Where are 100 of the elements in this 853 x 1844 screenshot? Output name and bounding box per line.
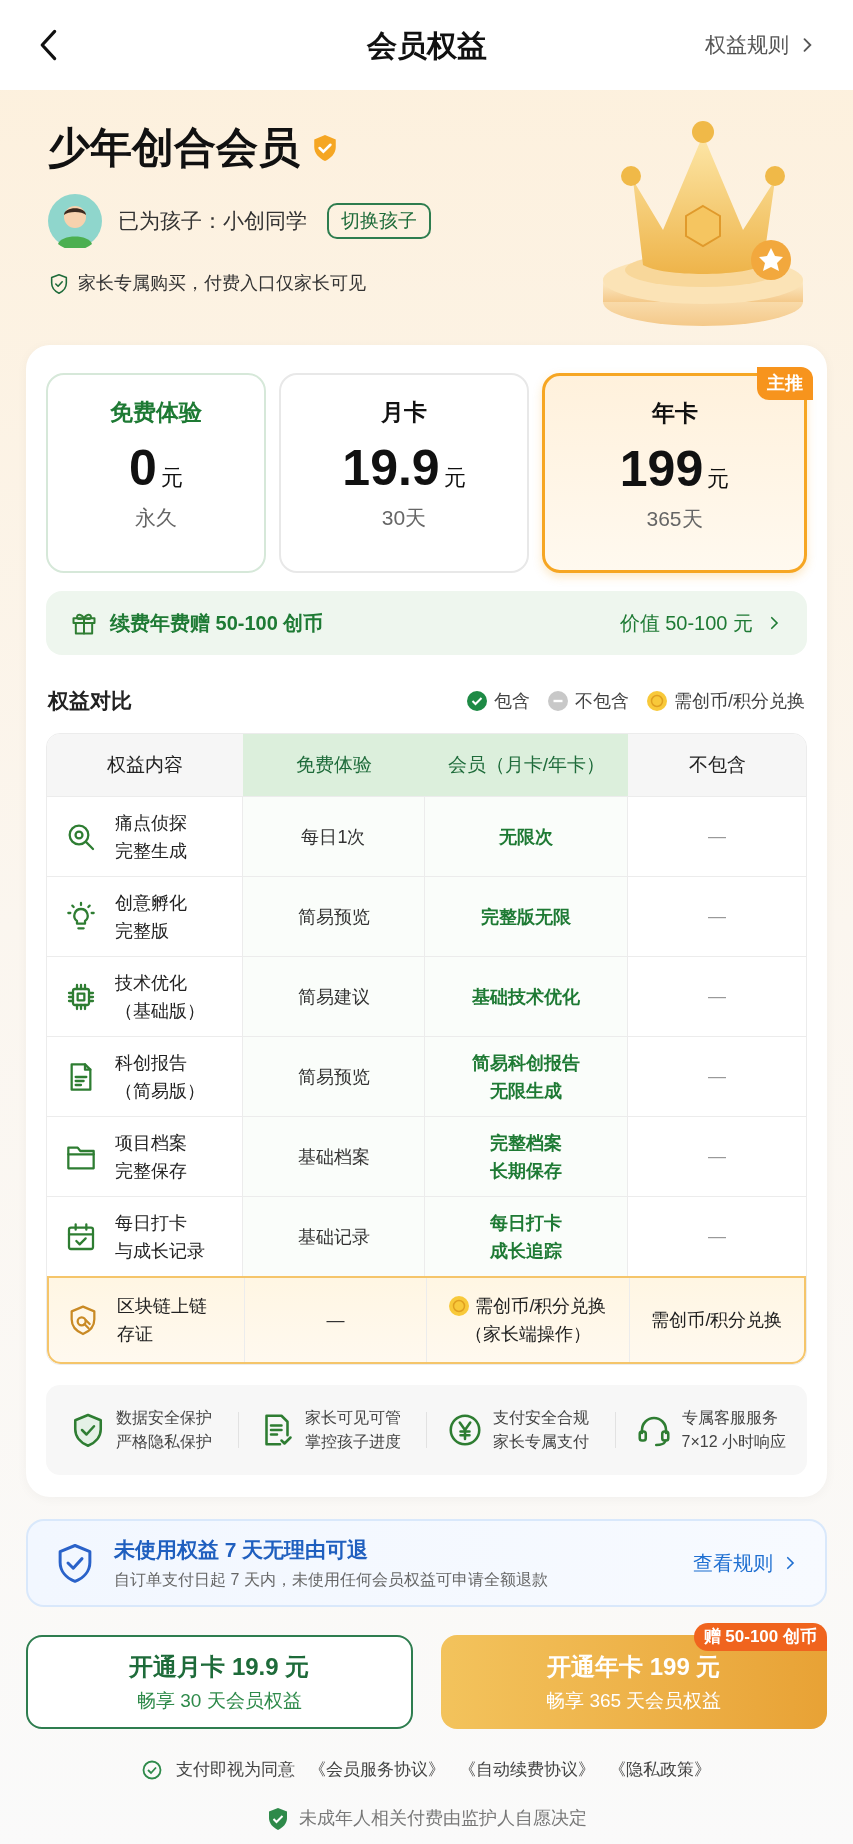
table-cell-text: 长期保存 <box>490 1159 562 1183</box>
coin-icon <box>647 691 667 711</box>
refund-title: 未使用权益 7 天无理由可退 <box>114 1537 370 1564</box>
member-title: 少年创合会员 <box>48 123 300 173</box>
plan-price: 199 <box>619 439 704 499</box>
feature-name: 项目档案 <box>115 1131 187 1155</box>
table-cell-text: 需创币/积分兑换 <box>650 1308 784 1332</box>
shield-check-icon <box>48 272 70 295</box>
plan-name: 免费体验 <box>110 398 202 427</box>
agreement-text: 支付即视为同意 <box>176 1759 295 1782</box>
bonus-badge: 赠 50-100 创币 <box>693 1623 827 1651</box>
feature-name: 技术优化 <box>115 971 188 995</box>
view-rules-link[interactable]: 查看规则 <box>693 1548 799 1578</box>
assurance-text: 专属客服服务 <box>681 1408 779 1428</box>
agree-checkbox[interactable] <box>142 1760 162 1780</box>
table-cell-text: 需创币/积分兑换 <box>475 1295 607 1318</box>
plan-name: 年卡 <box>651 399 698 428</box>
assurance-text: 掌控孩子进度 <box>304 1432 401 1452</box>
section-title: 权益对比 <box>48 688 132 715</box>
table-cell: 基础档案 <box>243 1117 425 1196</box>
feature-name: 科创报告 <box>115 1051 188 1075</box>
table-cell: 基础记录 <box>243 1197 425 1276</box>
agreement-link[interactable]: 《自动续费协议》 <box>459 1757 595 1783</box>
table-cell: 每日1次 <box>243 797 425 876</box>
subscribe-button[interactable]: 开通月卡 19.9 元 畅享 30 天会员权益 <box>26 1635 413 1729</box>
column-header: 免费体验 <box>243 734 425 796</box>
table-cell: — <box>245 1278 427 1362</box>
price-unit: 元 <box>443 463 466 492</box>
guardian-note: 未成年人相关付费由监护人自愿决定 <box>298 1807 587 1830</box>
coin-icon <box>449 1296 470 1316</box>
assurance-text: 支付安全合规 <box>493 1408 589 1428</box>
feature-name: 每日打卡 <box>115 1211 188 1235</box>
rules-link[interactable]: 权益规则 <box>705 29 817 61</box>
calendar-check-icon <box>65 1220 97 1253</box>
plan-duration: 30天 <box>381 504 427 531</box>
assurance-text: 数据安全保护 <box>116 1408 212 1428</box>
plan-card[interactable]: 月卡 19.9 元 30天 <box>279 373 529 573</box>
feature-name: 完整生成 <box>115 839 187 863</box>
assurance-text: 7×12 小时响应 <box>681 1432 786 1452</box>
table-cell-text: 基础技术优化 <box>472 985 580 1009</box>
refund-subtitle: 自订单支付日起 7 天内，未使用任何会员权益可申请全额退款 <box>114 1569 548 1590</box>
verified-badge-icon <box>312 134 338 162</box>
price-unit: 元 <box>707 464 730 493</box>
agreement-link[interactable]: 《隐私政策》 <box>609 1757 711 1783</box>
column-header: 会员（月卡/年卡） <box>425 734 628 796</box>
switch-child-button[interactable]: 切换孩子 <box>327 203 431 239</box>
feature-name: 完整保存 <box>115 1159 187 1183</box>
legend-label: 包含 <box>494 689 530 713</box>
gift-bar[interactable]: 续费年费赠 50-100 创币 价值 50-100 元 <box>46 591 807 655</box>
plan-name: 月卡 <box>381 398 427 427</box>
page-title: 会员权益 <box>366 27 487 64</box>
price-unit: 元 <box>160 463 183 492</box>
gift-text: 续费年费赠 50-100 创币 <box>110 611 324 636</box>
agreement-link[interactable]: 《会员服务协议》 <box>309 1757 445 1783</box>
plan-price: 19.9 <box>342 438 440 498</box>
feature-name: 创意孵化 <box>115 891 187 915</box>
table-cell-text: 每日打卡 <box>490 1211 562 1235</box>
refund-banner[interactable]: 未使用权益 7 天无理由可退 自订单支付日起 7 天内，未使用任何会员权益可申请全额退款 查看规则 <box>26 1519 827 1607</box>
table-cell-text: — <box>707 825 727 848</box>
plan-price: 0 <box>129 438 157 498</box>
table-cell-text: — <box>707 1065 727 1088</box>
assurance-text: 家长专属支付 <box>493 1432 589 1452</box>
table-cell: 简易预览 <box>243 1037 425 1116</box>
assurance-text: 家长可见可管 <box>304 1408 401 1428</box>
shield-check-icon <box>266 1806 289 1831</box>
assurance-text: 严格隐私保护 <box>116 1432 212 1452</box>
child-label: 已为孩子：小创同学 <box>118 208 307 235</box>
column-header: 不包含 <box>687 752 747 777</box>
table-cell: 简易建议 <box>243 957 425 1036</box>
table-cell-text: 简易科创报告 <box>472 1051 580 1075</box>
column-header: 权益内容 <box>106 752 184 777</box>
legend-label: 不包含 <box>575 689 629 713</box>
feature-name: 区块链上链 <box>117 1295 207 1318</box>
plan-card[interactable]: 免费体验 0 元 永久 <box>46 373 266 573</box>
feature-name: 存证 <box>117 1323 154 1346</box>
table-cell-text: 无限次 <box>499 825 553 849</box>
feature-name: （简易版） <box>115 1079 205 1103</box>
plan-duration: 365天 <box>646 505 703 532</box>
feature-name: 完整版 <box>115 919 170 943</box>
table-cell-text: 完整档案 <box>490 1131 562 1155</box>
table-cell-text: 完整版无限 <box>481 905 571 929</box>
feature-name: 痛点侦探 <box>115 811 187 835</box>
table-cell: 简易预览 <box>243 877 425 956</box>
avatar <box>48 194 102 248</box>
gift-value: 价值 50-100 元 <box>619 611 753 636</box>
included-icon <box>467 691 487 711</box>
table-cell-text: — <box>707 905 727 928</box>
recommend-badge: 主推 <box>757 367 813 400</box>
feature-name: （基础版） <box>115 999 205 1023</box>
table-cell-text: 无限生成 <box>490 1079 562 1103</box>
legend-label: 需创币/积分兑换 <box>674 689 805 713</box>
plan-duration: 永久 <box>135 504 177 531</box>
table-cell-text: — <box>707 985 727 1008</box>
table-cell-text: （家长端操作） <box>465 1323 591 1346</box>
feature-name: 与成长记录 <box>115 1239 205 1263</box>
table-cell-text: — <box>707 1225 727 1248</box>
excluded-icon <box>548 691 568 711</box>
yen-coin-icon <box>447 1412 483 1448</box>
parent-note: 家长专属购买，付费入口仅家长可见 <box>78 272 366 295</box>
table-cell-text: 成长追踪 <box>490 1239 562 1263</box>
